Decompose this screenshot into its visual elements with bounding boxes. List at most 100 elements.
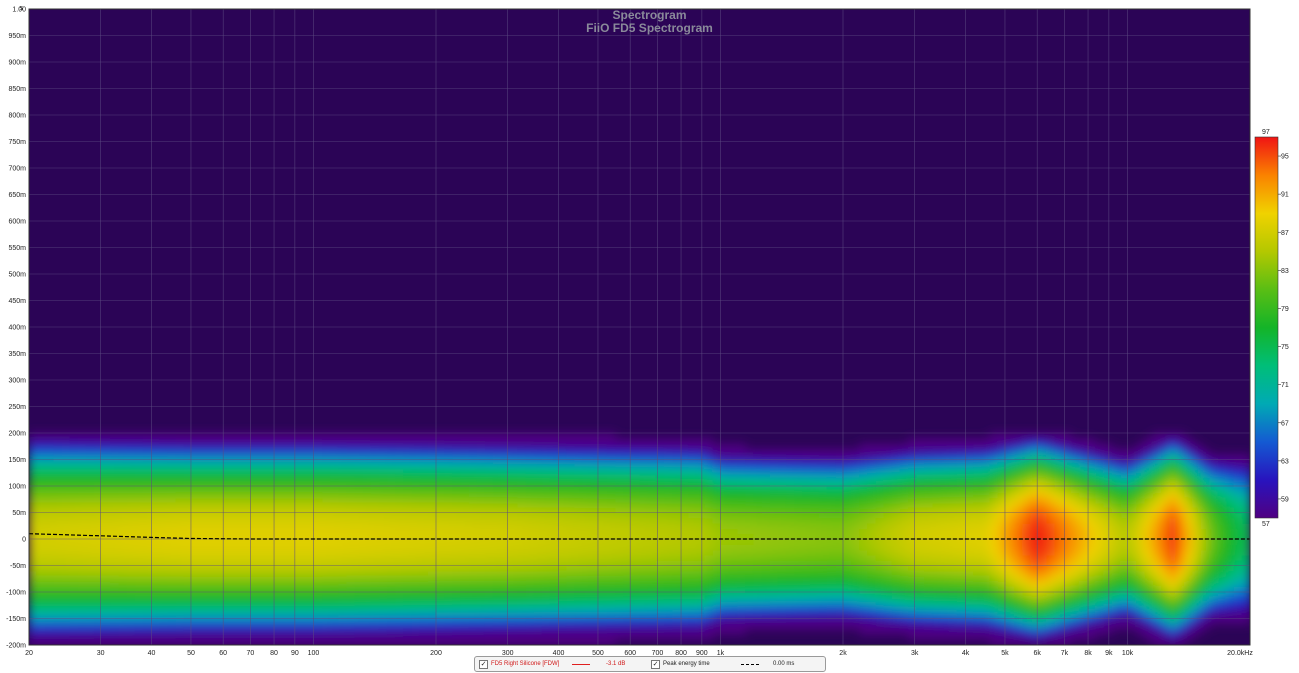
- heat-cell: [232, 475, 242, 482]
- heat-cell: [45, 634, 55, 641]
- heat-cell: [476, 592, 486, 598]
- heat-cell: [973, 602, 982, 609]
- heat-cell: [346, 544, 356, 551]
- heat-cell: [322, 597, 331, 604]
- heat-cell: [191, 433, 201, 439]
- heat-cell: [606, 592, 616, 598]
- heat-cell: [1046, 501, 1056, 508]
- heat-cell: [370, 486, 380, 492]
- heat-cell: [460, 607, 470, 614]
- heat-cell: [45, 475, 55, 482]
- heat-cell: [460, 623, 470, 630]
- heat-cell: [476, 581, 486, 588]
- heat-cell: [85, 512, 95, 519]
- heat-cell: [541, 618, 551, 625]
- heat-cell: [297, 623, 307, 630]
- heat-cell: [1070, 607, 1080, 614]
- heat-cell: [875, 517, 885, 524]
- heat-cell: [704, 592, 714, 598]
- heat-cell: [37, 592, 46, 598]
- heat-cell: [492, 602, 502, 609]
- heat-cell: [533, 433, 543, 439]
- heat-cell: [541, 523, 551, 529]
- heat-cell: [484, 570, 494, 577]
- heat-cell: [37, 517, 46, 524]
- heat-cell: [720, 597, 730, 604]
- heat-cell: [460, 528, 470, 535]
- heat-cell: [1030, 581, 1039, 588]
- heat-cell: [639, 523, 649, 529]
- heat-cell: [265, 443, 274, 450]
- heat-cell: [761, 576, 771, 582]
- heat-cell: [769, 486, 779, 492]
- heat-cell: [826, 486, 836, 492]
- heat-cell: [973, 623, 982, 630]
- heat-cell: [53, 496, 63, 503]
- heat-cell: [403, 459, 413, 466]
- heat-cell: [354, 592, 364, 598]
- heat-cell: [867, 565, 877, 572]
- heat-cell: [273, 554, 282, 561]
- heat-cell: [606, 554, 616, 561]
- heat-cell: [948, 565, 958, 572]
- heat-cell: [167, 475, 177, 482]
- heat-cell: [110, 629, 120, 635]
- heat-cell: [517, 581, 527, 588]
- heat-cell: [208, 512, 217, 519]
- heat-cell: [631, 528, 641, 535]
- heat-cell: [891, 539, 901, 545]
- heat-cell: [574, 464, 584, 471]
- heat-cell: [843, 581, 852, 588]
- heat-cell: [346, 512, 356, 519]
- heat-cell: [672, 517, 681, 524]
- heat-cell: [761, 607, 771, 614]
- heat-cell: [224, 448, 234, 455]
- heat-cell: [444, 602, 453, 609]
- heat-cell: [558, 523, 567, 529]
- heat-cell: [989, 433, 999, 439]
- heat-cell: [151, 581, 160, 588]
- heat-cell: [655, 475, 665, 482]
- heat-cell: [208, 576, 217, 582]
- heat-cell: [216, 517, 225, 524]
- heat-cell: [1054, 501, 1064, 508]
- heat-cell: [761, 592, 771, 598]
- heat-cell: [29, 565, 38, 572]
- heat-cell: [199, 544, 209, 551]
- heat-cell: [574, 433, 584, 439]
- heat-cell: [574, 438, 584, 445]
- heat-cell: [655, 496, 665, 503]
- heat-cell: [379, 517, 388, 524]
- heat-cell: [899, 602, 909, 609]
- heat-cell: [427, 570, 437, 577]
- heat-cell: [924, 517, 934, 524]
- heat-cell: [843, 565, 852, 572]
- heat-cell: [1070, 470, 1080, 476]
- heat-cell: [265, 528, 274, 535]
- heat-cell: [729, 470, 738, 476]
- heat-cell: [672, 523, 681, 529]
- heat-cell: [346, 464, 356, 471]
- heat-cell: [313, 443, 323, 450]
- heat-cell: [338, 581, 348, 588]
- heat-cell: [37, 623, 46, 630]
- heat-cell: [891, 496, 901, 503]
- heat-cell: [370, 634, 380, 641]
- heat-cell: [289, 501, 299, 508]
- heat-cell: [663, 523, 673, 529]
- heat-cell: [142, 607, 152, 614]
- heat-cell: [753, 523, 763, 529]
- heat-cell: [647, 464, 657, 471]
- heat-cell: [851, 576, 860, 582]
- heat-cell: [85, 433, 95, 439]
- heat-cell: [94, 554, 103, 561]
- heat-cell: [436, 523, 445, 529]
- heat-cell: [802, 581, 812, 588]
- heat-cell: [1046, 528, 1056, 535]
- heat-cell: [1030, 512, 1039, 519]
- heat-cell: [77, 629, 87, 635]
- heat-cell: [403, 581, 413, 588]
- heat-cell: [1030, 517, 1039, 524]
- heat-cell: [867, 496, 877, 503]
- heat-cell: [338, 634, 348, 641]
